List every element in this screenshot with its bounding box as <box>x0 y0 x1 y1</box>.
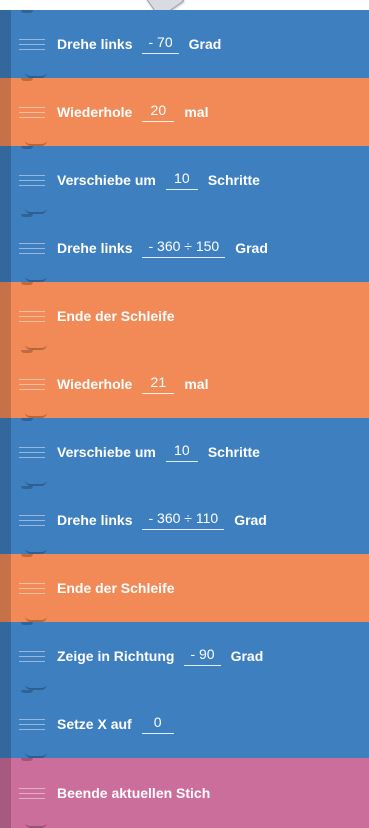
block-label: Ende der Schleife <box>57 308 175 324</box>
code-block-stack: Drehe links - 70 Grad Wiederhole 20 mal … <box>0 0 369 828</box>
block-turn-left[interactable]: Drehe links - 360 ÷ 110 Grad <box>0 486 369 554</box>
block-label: Verschiebe um <box>57 172 156 188</box>
block-end-stitch[interactable]: Beende aktuellen Stich <box>0 758 369 828</box>
drag-handle-icon[interactable] <box>19 39 45 50</box>
block-label: Zeige in Richtung <box>57 648 175 664</box>
block-repeat[interactable]: Wiederhole 20 mal <box>0 78 369 146</box>
drag-handle-icon[interactable] <box>19 175 45 186</box>
block-label: Drehe links <box>57 240 133 256</box>
block-repeat[interactable]: Wiederhole 21 mal <box>0 350 369 418</box>
drag-handle-icon[interactable] <box>19 243 45 254</box>
block-label: Verschiebe um <box>57 444 156 460</box>
repeat-count-input[interactable]: 21 <box>142 374 175 394</box>
block-label: Setze X auf <box>57 716 132 732</box>
block-move[interactable]: Verschiebe um 10 Schritte <box>0 418 369 486</box>
block-unit: mal <box>184 104 209 120</box>
drag-handle-icon[interactable] <box>19 719 45 730</box>
steps-input[interactable]: 10 <box>165 442 198 462</box>
block-label: Wiederhole <box>57 104 133 120</box>
block-unit: Grad <box>235 240 268 256</box>
block-turn-left[interactable]: Drehe links - 70 Grad <box>0 10 369 78</box>
drag-handle-icon[interactable] <box>19 311 45 322</box>
degrees-input[interactable]: - 70 <box>142 34 179 54</box>
drag-handle-icon[interactable] <box>19 651 45 662</box>
block-point-direction[interactable]: Zeige in Richtung - 90 Grad <box>0 622 369 690</box>
block-label: Wiederhole <box>57 376 133 392</box>
block-unit: Grad <box>188 36 222 52</box>
block-unit: Grad <box>234 512 267 528</box>
steps-input[interactable]: 10 <box>165 170 198 190</box>
block-turn-left[interactable]: Drehe links - 360 ÷ 150 Grad <box>0 214 369 282</box>
degrees-input[interactable]: - 360 ÷ 110 <box>142 510 225 530</box>
block-label: Drehe links <box>57 36 133 52</box>
block-label: Drehe links <box>57 512 133 528</box>
block-end-loop[interactable]: Ende der Schleife <box>0 282 369 350</box>
block-label: Beende aktuellen Stich <box>57 785 211 801</box>
block-unit: Grad <box>230 648 264 664</box>
drag-handle-icon[interactable] <box>19 379 45 390</box>
drag-handle-icon[interactable] <box>19 583 45 594</box>
top-connector <box>8 0 24 4</box>
block-set-x[interactable]: Setze X auf 0 <box>0 690 369 758</box>
block-label: Ende der Schleife <box>57 580 175 596</box>
drag-handle-icon[interactable] <box>19 107 45 118</box>
block-unit: Schritte <box>207 444 260 460</box>
direction-input[interactable]: - 90 <box>184 646 221 666</box>
repeat-count-input[interactable]: 20 <box>142 102 175 122</box>
drag-handle-icon[interactable] <box>19 788 45 799</box>
block-unit: Schritte <box>207 172 260 188</box>
x-value-input[interactable]: 0 <box>141 714 174 734</box>
drag-handle-icon[interactable] <box>19 515 45 526</box>
block-unit: mal <box>184 376 209 392</box>
block-end-loop[interactable]: Ende der Schleife <box>0 554 369 622</box>
drag-handle-icon[interactable] <box>19 447 45 458</box>
degrees-input[interactable]: - 360 ÷ 150 <box>142 238 226 258</box>
block-move[interactable]: Verschiebe um 10 Schritte <box>0 146 369 214</box>
